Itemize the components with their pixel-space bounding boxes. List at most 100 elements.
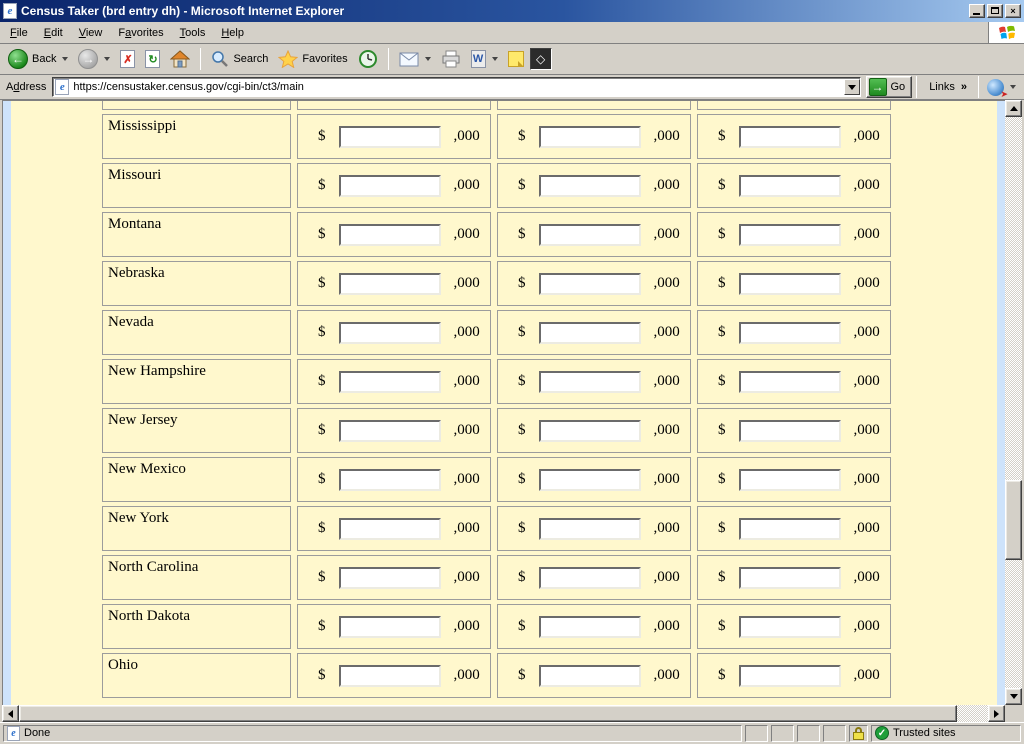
amount-input[interactable] bbox=[539, 224, 641, 246]
amount-input[interactable] bbox=[739, 175, 841, 197]
forward-dropdown-icon[interactable] bbox=[104, 57, 110, 61]
menu-item-view[interactable]: View bbox=[71, 24, 111, 42]
menu-item-help[interactable]: Help bbox=[213, 24, 252, 42]
state-label-cell: North Dakota bbox=[102, 604, 291, 649]
amount-input[interactable] bbox=[339, 518, 441, 540]
links-toolbar[interactable]: Links » bbox=[921, 81, 974, 93]
state-label-cell: New Jersey bbox=[102, 408, 291, 453]
amount-input[interactable] bbox=[539, 567, 641, 589]
horizontal-scrollbar[interactable] bbox=[2, 705, 1005, 722]
amount-input[interactable] bbox=[539, 126, 641, 148]
amount-input[interactable] bbox=[539, 175, 641, 197]
thousands-suffix: ,000 bbox=[654, 569, 680, 586]
thousands-suffix: ,000 bbox=[654, 422, 680, 439]
edit-word-dropdown-icon[interactable] bbox=[492, 57, 498, 61]
forward-button[interactable]: → bbox=[74, 46, 114, 72]
amount-input[interactable] bbox=[539, 518, 641, 540]
amount-input[interactable] bbox=[739, 518, 841, 540]
favorites-button[interactable]: Favorites bbox=[274, 46, 351, 72]
amount-input[interactable] bbox=[539, 469, 641, 491]
currency-prefix: $ bbox=[318, 569, 326, 586]
amount-input[interactable] bbox=[739, 322, 841, 344]
amount-input[interactable] bbox=[739, 273, 841, 295]
amount-input[interactable] bbox=[539, 322, 641, 344]
menu-item-favorites[interactable]: Favorites bbox=[110, 24, 171, 42]
amount-input[interactable] bbox=[739, 665, 841, 687]
refresh-button[interactable]: ↻ bbox=[141, 46, 164, 72]
history-button[interactable] bbox=[354, 46, 382, 72]
currency-prefix: $ bbox=[718, 569, 726, 586]
table-row: New York$,000$,000$,000 bbox=[102, 506, 891, 551]
scroll-right-button[interactable] bbox=[988, 705, 1005, 722]
amount-input[interactable] bbox=[339, 567, 441, 589]
notes-button[interactable] bbox=[504, 46, 528, 72]
amount-cell: $,000 bbox=[697, 114, 891, 159]
go-button[interactable]: → Go bbox=[866, 76, 913, 98]
amount-input[interactable] bbox=[339, 224, 441, 246]
amount-cell: $,000 bbox=[497, 359, 691, 404]
amount-input[interactable] bbox=[339, 420, 441, 442]
address-dropdown-button[interactable] bbox=[844, 79, 860, 95]
thousands-suffix: ,000 bbox=[454, 275, 480, 292]
currency-prefix: $ bbox=[318, 324, 326, 341]
amount-input[interactable] bbox=[339, 273, 441, 295]
amount-input[interactable] bbox=[739, 224, 841, 246]
horizontal-scroll-thumb[interactable] bbox=[19, 705, 957, 722]
amount-input[interactable] bbox=[339, 616, 441, 638]
vertical-scrollbar[interactable] bbox=[1005, 100, 1022, 705]
amount-input[interactable] bbox=[539, 371, 641, 393]
vertical-scroll-thumb[interactable] bbox=[1005, 480, 1022, 560]
amount-input[interactable] bbox=[539, 273, 641, 295]
amount-input[interactable] bbox=[339, 469, 441, 491]
restore-button[interactable] bbox=[987, 4, 1003, 18]
menu-item-edit[interactable]: Edit bbox=[36, 24, 71, 42]
amount-input[interactable] bbox=[539, 616, 641, 638]
amount-input[interactable] bbox=[339, 126, 441, 148]
amount-input[interactable] bbox=[739, 567, 841, 589]
table-row: Ohio$,000$,000$,000 bbox=[102, 653, 891, 698]
amount-input[interactable] bbox=[739, 469, 841, 491]
extension-dropdown-icon[interactable] bbox=[1010, 85, 1016, 89]
diamond-plugin-button[interactable]: ◇ bbox=[530, 48, 552, 70]
table-row: Mississippi$,000$,000$,000 bbox=[102, 114, 891, 159]
thousands-suffix: ,000 bbox=[454, 618, 480, 635]
thousands-suffix: ,000 bbox=[854, 422, 880, 439]
menu-item-tools[interactable]: Tools bbox=[172, 24, 214, 42]
amount-input[interactable] bbox=[739, 616, 841, 638]
amount-input[interactable] bbox=[339, 322, 441, 344]
search-button[interactable]: Search bbox=[207, 46, 272, 72]
amount-cell: $,000 bbox=[297, 555, 491, 600]
scroll-down-button[interactable] bbox=[1005, 688, 1022, 705]
amount-input[interactable] bbox=[539, 420, 641, 442]
scroll-left-button[interactable] bbox=[2, 705, 19, 722]
mail-button[interactable] bbox=[395, 46, 435, 72]
address-extension-button[interactable] bbox=[983, 74, 1020, 100]
thousands-suffix: ,000 bbox=[454, 667, 480, 684]
amount-input[interactable] bbox=[339, 371, 441, 393]
amount-input[interactable] bbox=[539, 665, 641, 687]
scroll-up-button[interactable] bbox=[1005, 100, 1022, 117]
edit-word-icon: W bbox=[471, 50, 486, 68]
amount-input[interactable] bbox=[739, 420, 841, 442]
amount-input[interactable] bbox=[739, 126, 841, 148]
home-button[interactable] bbox=[166, 46, 194, 72]
mail-dropdown-icon[interactable] bbox=[425, 57, 431, 61]
back-button[interactable]: ← Back bbox=[4, 46, 72, 72]
edit-with-word-button[interactable]: W bbox=[467, 46, 502, 72]
amount-input[interactable] bbox=[739, 371, 841, 393]
table-row: New Mexico$,000$,000$,000 bbox=[102, 457, 891, 502]
close-button[interactable]: × bbox=[1005, 4, 1021, 18]
amount-input[interactable] bbox=[339, 665, 441, 687]
print-button[interactable] bbox=[437, 46, 465, 72]
status-panel-empty bbox=[745, 725, 768, 742]
vertical-scroll-track[interactable] bbox=[1005, 117, 1022, 688]
links-chevron-icon[interactable]: » bbox=[961, 81, 966, 93]
back-dropdown-icon[interactable] bbox=[62, 57, 68, 61]
minimize-button[interactable] bbox=[969, 4, 985, 18]
address-field[interactable]: e https://censustaker.census.gov/cgi-bin… bbox=[52, 77, 860, 97]
stop-button[interactable]: ✗ bbox=[116, 46, 139, 72]
amount-input[interactable] bbox=[339, 175, 441, 197]
horizontal-scroll-track[interactable] bbox=[19, 705, 988, 722]
address-url[interactable]: https://censustaker.census.gov/cgi-bin/c… bbox=[69, 81, 843, 93]
menu-item-file[interactable]: File bbox=[2, 24, 36, 42]
